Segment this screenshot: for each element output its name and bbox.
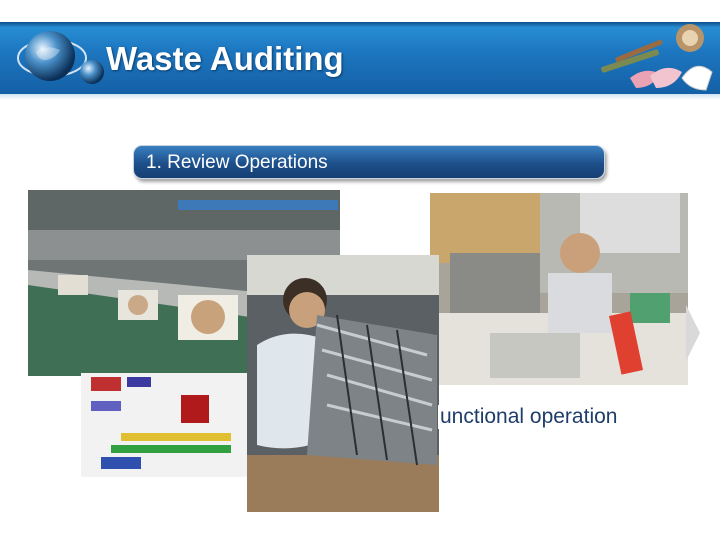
process-chart-image [81, 373, 247, 477]
slide-title: Waste Auditing [106, 40, 344, 77]
section-heading-bar: 1. Review Operations [133, 145, 605, 179]
globe-logo-icon [17, 31, 104, 84]
section-heading-text: 1. Review Operations [146, 152, 328, 173]
hand-tools-image [601, 24, 713, 91]
slide-caption: unctional operation [438, 405, 618, 429]
office-worker-photo [430, 193, 688, 385]
worker-sorting-parts-photo [247, 255, 439, 512]
arrow-shape [686, 305, 700, 361]
slide-header: Waste Auditing [0, 0, 720, 100]
